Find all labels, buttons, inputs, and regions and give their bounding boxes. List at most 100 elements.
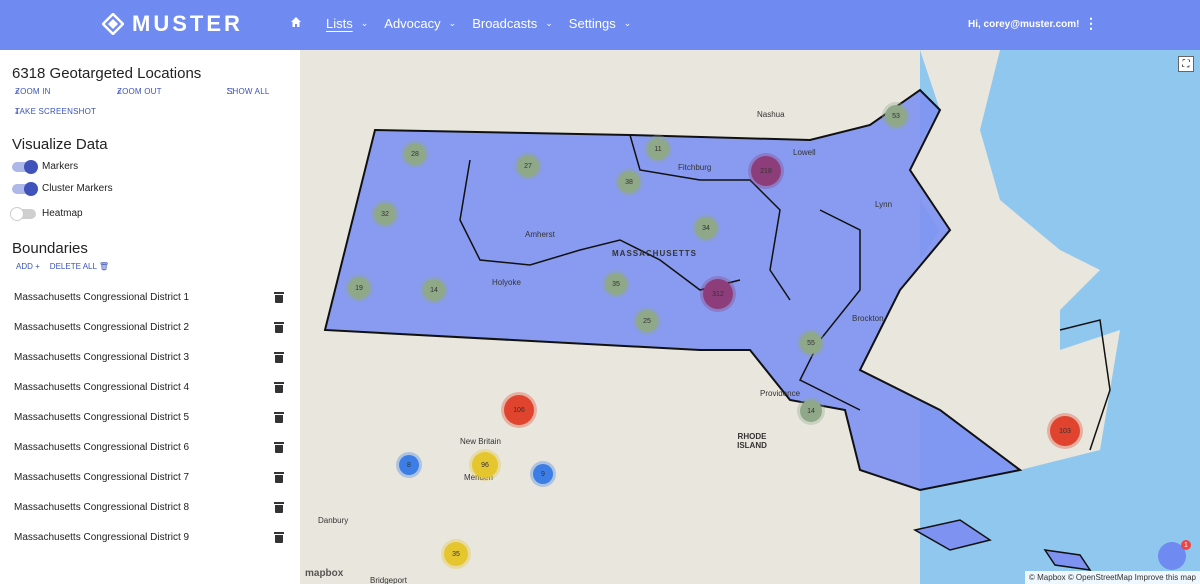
- fullscreen-icon[interactable]: ⛶: [1178, 56, 1194, 72]
- map-label: New Britain: [460, 437, 501, 446]
- heatmap-switch[interactable]: [10, 206, 36, 221]
- map-label: MASSACHUSETTS: [612, 249, 698, 258]
- district-name: Massachusetts Congressional District 3: [14, 352, 190, 363]
- district-name: Massachusetts Congressional District 8: [14, 502, 190, 513]
- trash-icon[interactable]: [274, 412, 284, 423]
- cluster-marker[interactable]: 11: [647, 138, 669, 160]
- cluster-marker[interactable]: 106: [504, 395, 534, 425]
- add-boundary-button[interactable]: ADD +: [16, 262, 40, 271]
- cluster-marker[interactable]: 8: [399, 455, 419, 475]
- map-canvas[interactable]: Nashua Lowell Fitchburg Amherst MASSACHU…: [300, 50, 1200, 584]
- cluster-marker[interactable]: 27: [517, 155, 539, 177]
- district-name: Massachusetts Congressional District 1: [14, 292, 190, 303]
- cluster-marker[interactable]: 32: [374, 203, 396, 225]
- trash-icon[interactable]: [274, 472, 284, 483]
- map-attribution[interactable]: © Mapbox © OpenStreetMap Improve this ma…: [1025, 571, 1200, 584]
- cluster-markers-switch[interactable]: [12, 181, 38, 196]
- map-label: Danbury: [318, 516, 349, 525]
- map-label: Holyoke: [492, 278, 521, 287]
- map-label: Brockton: [852, 314, 884, 323]
- fit-bounds-icon: ⛶: [227, 87, 233, 96]
- district-row[interactable]: Massachusetts Congressional District 8: [14, 502, 284, 513]
- chevron-down-icon: ⌄: [623, 18, 632, 28]
- map-label: Providence: [760, 389, 801, 398]
- nav-broadcasts-label: Broadcasts: [472, 16, 538, 31]
- cluster-marker[interactable]: 25: [636, 310, 658, 332]
- trash-icon[interactable]: [274, 502, 284, 513]
- user-greeting[interactable]: Hi, corey@muster.com!: [968, 19, 1079, 30]
- toggle-cluster-markers[interactable]: Cluster Markers: [12, 181, 113, 196]
- magnifier-minus-icon: ⌕: [117, 87, 122, 96]
- cluster-marker[interactable]: 312: [703, 279, 733, 309]
- home-icon[interactable]: [290, 16, 302, 31]
- district-name: Massachusetts Congressional District 2: [14, 322, 190, 333]
- trash-icon[interactable]: [274, 322, 284, 333]
- district-row[interactable]: Massachusetts Congressional District 9: [14, 532, 284, 543]
- cluster-marker[interactable]: 55: [800, 332, 822, 354]
- toggle-heatmap[interactable]: Heatmap: [10, 206, 83, 221]
- chat-badge: 1: [1181, 540, 1191, 550]
- switch-knob: [24, 181, 38, 196]
- boundaries-heading: Boundaries: [12, 240, 88, 257]
- cluster-marker[interactable]: 218: [751, 156, 781, 186]
- cluster-marker[interactable]: 103: [1050, 416, 1080, 446]
- toggle-markers[interactable]: Markers: [12, 159, 78, 174]
- heatmap-label: Heatmap: [42, 208, 83, 219]
- chevron-down-icon: ⌄: [545, 18, 553, 28]
- main-nav: Lists ⌄ Advocacy ⌄ Broadcasts ⌄ Settings ⌄: [290, 16, 647, 31]
- cluster-marker[interactable]: 35: [605, 273, 627, 295]
- trash-icon[interactable]: [274, 382, 284, 393]
- switch-knob: [24, 159, 38, 174]
- cluster-marker[interactable]: 14: [800, 400, 822, 422]
- district-row[interactable]: Massachusetts Congressional District 7: [14, 472, 284, 483]
- nav-settings-label: Settings: [568, 16, 616, 31]
- delete-all-label: DELETE ALL: [49, 262, 97, 271]
- nav-lists[interactable]: Lists ⌄: [326, 16, 368, 31]
- brand-name: MUSTER: [132, 11, 243, 36]
- take-screenshot-label: TAKE SCREENSHOT: [15, 107, 97, 116]
- district-name: Massachusetts Congressional District 9: [14, 532, 190, 543]
- map-label: Lynn: [875, 200, 893, 209]
- cluster-marker[interactable]: 28: [404, 143, 426, 165]
- cluster-marker[interactable]: 14: [423, 279, 445, 301]
- trash-icon[interactable]: [274, 292, 284, 303]
- cluster-marker[interactable]: 34: [695, 217, 717, 239]
- more-menu-icon[interactable]: ⋮: [1084, 15, 1098, 32]
- district-name: Massachusetts Congressional District 4: [14, 382, 190, 393]
- district-name: Massachusetts Congressional District 6: [14, 442, 190, 453]
- plus-icon: +: [35, 262, 40, 271]
- nav-advocacy[interactable]: Advocacy ⌄: [384, 16, 456, 31]
- district-row[interactable]: Massachusetts Congressional District 3: [14, 352, 284, 363]
- muster-logo[interactable]: MUSTER: [101, 11, 243, 37]
- mapbox-logo[interactable]: mapbox: [305, 568, 343, 579]
- map-label: Lowell: [793, 148, 816, 157]
- page-title: 6318 Geotargeted Locations: [12, 65, 202, 82]
- zoom-out-label: ZOOM OUT: [117, 87, 162, 96]
- cluster-marker[interactable]: 38: [618, 171, 640, 193]
- boundary-actions: ADD + DELETE ALL 🗑: [16, 262, 109, 271]
- cluster-marker[interactable]: 35: [444, 542, 468, 566]
- map-label: Amherst: [525, 230, 555, 239]
- nav-settings[interactable]: Settings ⌄: [569, 16, 632, 31]
- trash-icon[interactable]: [274, 442, 284, 453]
- district-row[interactable]: Massachusetts Congressional District 2: [14, 322, 284, 333]
- show-all-label: SHOW ALL: [227, 87, 270, 96]
- cluster-marker[interactable]: 9: [533, 464, 553, 484]
- nav-broadcasts[interactable]: Broadcasts ⌄: [472, 16, 553, 31]
- sidebar: 6318 Geotargeted Locations ZOOM IN ⌕ ZOO…: [0, 50, 300, 584]
- cluster-marker[interactable]: 19: [348, 277, 370, 299]
- district-row[interactable]: Massachusetts Congressional District 5: [14, 412, 284, 423]
- nav-advocacy-label: Advocacy: [384, 16, 441, 31]
- cluster-marker[interactable]: 53: [885, 105, 907, 127]
- map-label: Nashua: [757, 110, 785, 119]
- markers-switch[interactable]: [12, 159, 38, 174]
- nav-lists-label: Lists: [326, 16, 353, 31]
- district-row[interactable]: Massachusetts Congressional District 1: [14, 292, 284, 303]
- delete-all-button[interactable]: DELETE ALL 🗑: [50, 262, 109, 271]
- district-row[interactable]: Massachusetts Congressional District 4: [14, 382, 284, 393]
- cluster-marker[interactable]: 96: [472, 452, 498, 478]
- visualize-heading: Visualize Data: [12, 136, 108, 153]
- trash-icon[interactable]: [274, 532, 284, 543]
- district-row[interactable]: Massachusetts Congressional District 6: [14, 442, 284, 453]
- trash-icon[interactable]: [274, 352, 284, 363]
